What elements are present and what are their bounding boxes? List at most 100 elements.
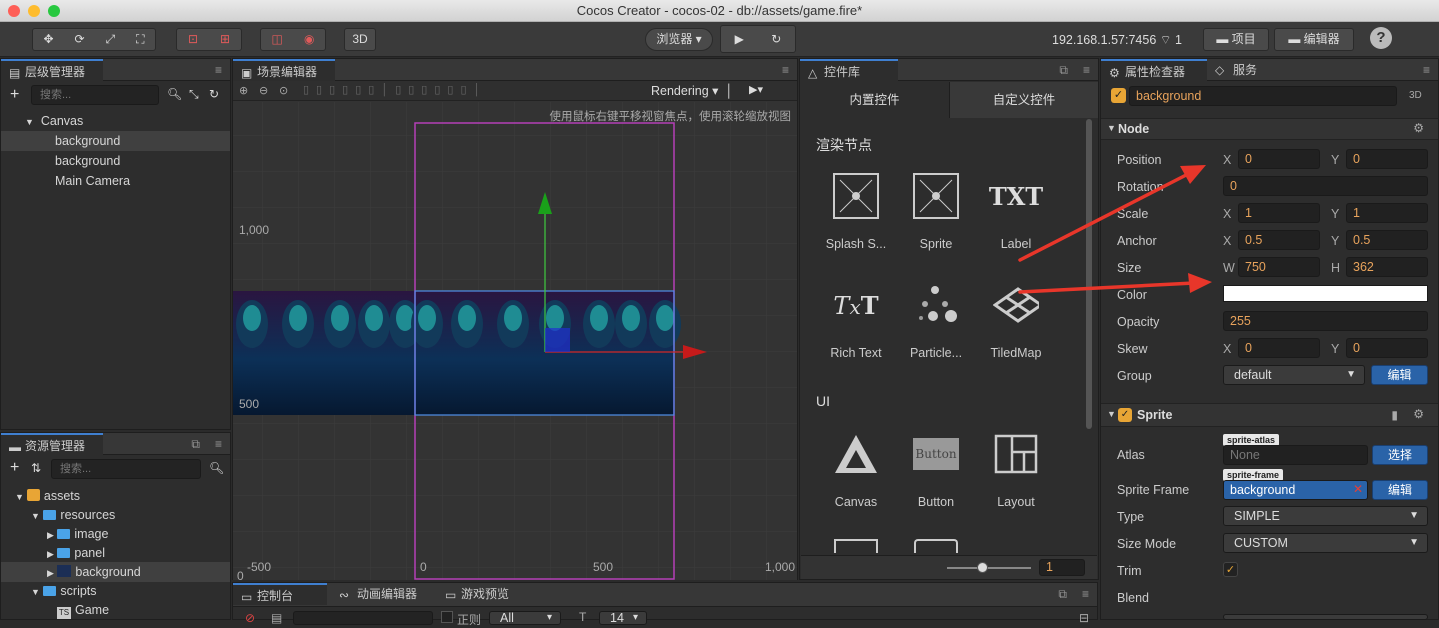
group-select[interactable]: default ▼: [1223, 365, 1365, 385]
asset-resources[interactable]: ▼ resources: [1, 505, 230, 525]
browser-select[interactable]: 浏览器 ▾: [645, 28, 713, 51]
hierarchy-search-input[interactable]: 搜索...: [31, 85, 159, 105]
console-filter-input[interactable]: [293, 611, 433, 625]
atlas-input[interactable]: None: [1223, 445, 1368, 465]
position-x-input[interactable]: 0: [1238, 149, 1320, 169]
search-icon[interactable]: 🔍︎: [167, 87, 182, 101]
color-swatch[interactable]: [1223, 285, 1428, 302]
scale-x-input[interactable]: 1: [1238, 203, 1320, 223]
panel-menu-icon[interactable]: ≡: [1083, 63, 1090, 77]
tab-inspector[interactable]: ⚙ 属性检查器: [1101, 59, 1207, 81]
tab-custom-widgets[interactable]: 自定义控件: [949, 82, 1098, 118]
tab-hierarchy[interactable]: ▤ 层级管理器: [1, 59, 103, 81]
clear-icon[interactable]: ⊘: [245, 611, 255, 625]
size-mode-select[interactable]: CUSTOM ▼: [1223, 533, 1428, 553]
zoom-window-button[interactable]: [48, 5, 60, 17]
tree-node-main-camera[interactable]: Main Camera: [1, 171, 230, 191]
tree-node-canvas[interactable]: ▼ Canvas: [1, 111, 230, 131]
panel-menu-icon[interactable]: ≡: [1082, 587, 1089, 601]
rotate-tool-icon[interactable]: ⟳: [74, 29, 84, 50]
blend-select-partial[interactable]: [1223, 614, 1428, 620]
widget-splash-sprite[interactable]: Splash S...: [816, 173, 896, 251]
zoom-reset-icon[interactable]: ⊙: [279, 84, 288, 97]
refresh-icon[interactable]: ↻: [771, 26, 781, 52]
popout-icon[interactable]: ⧉: [1058, 587, 1067, 602]
widget-label[interactable]: TXT Label: [976, 173, 1056, 252]
tree-node-background-1[interactable]: background: [1, 131, 230, 151]
zoom-slider-handle[interactable]: [977, 562, 988, 573]
tab-scene[interactable]: ▣ 场景编辑器: [233, 59, 335, 81]
align-tools[interactable]: ▯▯▯▯▯▯│▯▯▯▯▯▯│: [303, 83, 487, 96]
asset-background[interactable]: ▶ background: [1, 562, 230, 582]
tab-preview[interactable]: ▭ 游戏预览: [437, 583, 527, 605]
skew-y-input[interactable]: 0: [1346, 338, 1428, 358]
editor-button[interactable]: ▬ 编辑器: [1274, 28, 1354, 51]
position-y-input[interactable]: 0: [1346, 149, 1428, 169]
regex-checkbox[interactable]: [441, 611, 453, 623]
zoom-out-icon[interactable]: ⊖: [259, 84, 268, 97]
move-tool-icon[interactable]: ✥: [43, 29, 53, 50]
popout-icon[interactable]: ⧉: [1059, 63, 1068, 78]
widget-canvas[interactable]: Canvas: [816, 431, 896, 509]
rotation-input[interactable]: 0: [1223, 176, 1428, 196]
sprite-frame-input[interactable]: background: [1223, 480, 1368, 500]
asset-panel[interactable]: ▶ panel: [1, 543, 230, 563]
close-window-button[interactable]: [8, 5, 20, 17]
panel-menu-icon[interactable]: ≡: [215, 437, 222, 451]
tree-node-background-2[interactable]: background: [1, 151, 230, 171]
panel-menu-icon[interactable]: ≡: [1423, 63, 1430, 77]
tab-console[interactable]: ▭ 控制台: [233, 583, 327, 605]
group-edit-button[interactable]: 编辑: [1371, 365, 1428, 385]
project-button[interactable]: ▬ 项目: [1203, 28, 1269, 51]
snap-icon[interactable]: ◫: [272, 29, 283, 50]
trim-checkbox[interactable]: ✓: [1223, 562, 1238, 577]
zoom-value-input[interactable]: 1: [1039, 559, 1085, 576]
rect-tool-icon[interactable]: ⛶: [136, 29, 144, 50]
tab-services[interactable]: ◇ 服务: [1209, 59, 1279, 81]
panel-menu-icon[interactable]: ≡: [215, 63, 222, 77]
open-log-icon[interactable]: ▤: [271, 611, 282, 625]
tab-widgets[interactable]: △ 控件库: [800, 59, 898, 81]
node-active-checkbox[interactable]: ✓: [1111, 88, 1126, 103]
node-name-input[interactable]: background: [1129, 86, 1397, 106]
tab-animation[interactable]: ∾ 动画编辑器: [333, 583, 431, 605]
rendering-select[interactable]: Rendering ▾ │: [651, 83, 733, 98]
search-icon[interactable]: 🔍︎: [209, 461, 224, 475]
atlas-select-button[interactable]: 选择: [1372, 445, 1428, 465]
widget-rich-text[interactable]: TxT Rich Text: [816, 282, 896, 361]
camera-icon[interactable]: ▶▾: [749, 83, 763, 96]
log-level-select[interactable]: All ▾: [489, 611, 561, 625]
widget-tiledmap[interactable]: TiledMap: [976, 282, 1056, 360]
size-width-input[interactable]: 750: [1238, 257, 1320, 277]
anchor-x-input[interactable]: 0.5: [1238, 230, 1320, 250]
widget-button[interactable]: Button Button: [896, 431, 976, 509]
asset-game[interactable]: TS Game: [1, 600, 230, 620]
widget-particle[interactable]: Particle...: [896, 282, 976, 360]
asset-image[interactable]: ▶ image: [1, 524, 230, 544]
play-icon[interactable]: ▶: [735, 26, 744, 52]
sort-icon[interactable]: ⇅: [31, 461, 41, 475]
add-asset-button[interactable]: +: [10, 459, 19, 477]
assets-search-input[interactable]: 搜索...: [51, 459, 201, 479]
widget-layout[interactable]: Layout: [976, 431, 1056, 509]
clear-frame-icon[interactable]: ✕: [1353, 482, 1363, 496]
type-select[interactable]: SIMPLE ▼: [1223, 506, 1428, 526]
widget-sprite[interactable]: Sprite: [896, 173, 976, 251]
zoom-slider-track[interactable]: [947, 567, 1031, 569]
scale-tool-icon[interactable]: ⤢: [106, 29, 116, 50]
tab-builtin-widgets[interactable]: 内置控件: [800, 82, 949, 118]
asset-assets[interactable]: ▼ assets: [1, 486, 230, 506]
3d-toggle-button[interactable]: 3D: [344, 28, 376, 51]
font-size-select[interactable]: 14 ▾: [599, 611, 647, 625]
popout-icon[interactable]: ⧉: [191, 437, 200, 452]
sprite-section-header[interactable]: ▼ ✓ Sprite ▮ ⚙: [1101, 403, 1438, 427]
asset-scripts[interactable]: ▼ scripts: [1, 581, 230, 601]
collapse-icon[interactable]: ⤡: [189, 87, 199, 102]
refresh-icon[interactable]: ↻: [209, 87, 219, 101]
scale-y-input[interactable]: 1: [1346, 203, 1428, 223]
widgets-scrollbar[interactable]: [1086, 119, 1092, 429]
frame-edit-button[interactable]: 编辑: [1372, 480, 1428, 500]
size-height-input[interactable]: 362: [1346, 257, 1428, 277]
skew-x-input[interactable]: 0: [1238, 338, 1320, 358]
zoom-in-icon[interactable]: ⊕: [239, 84, 248, 97]
